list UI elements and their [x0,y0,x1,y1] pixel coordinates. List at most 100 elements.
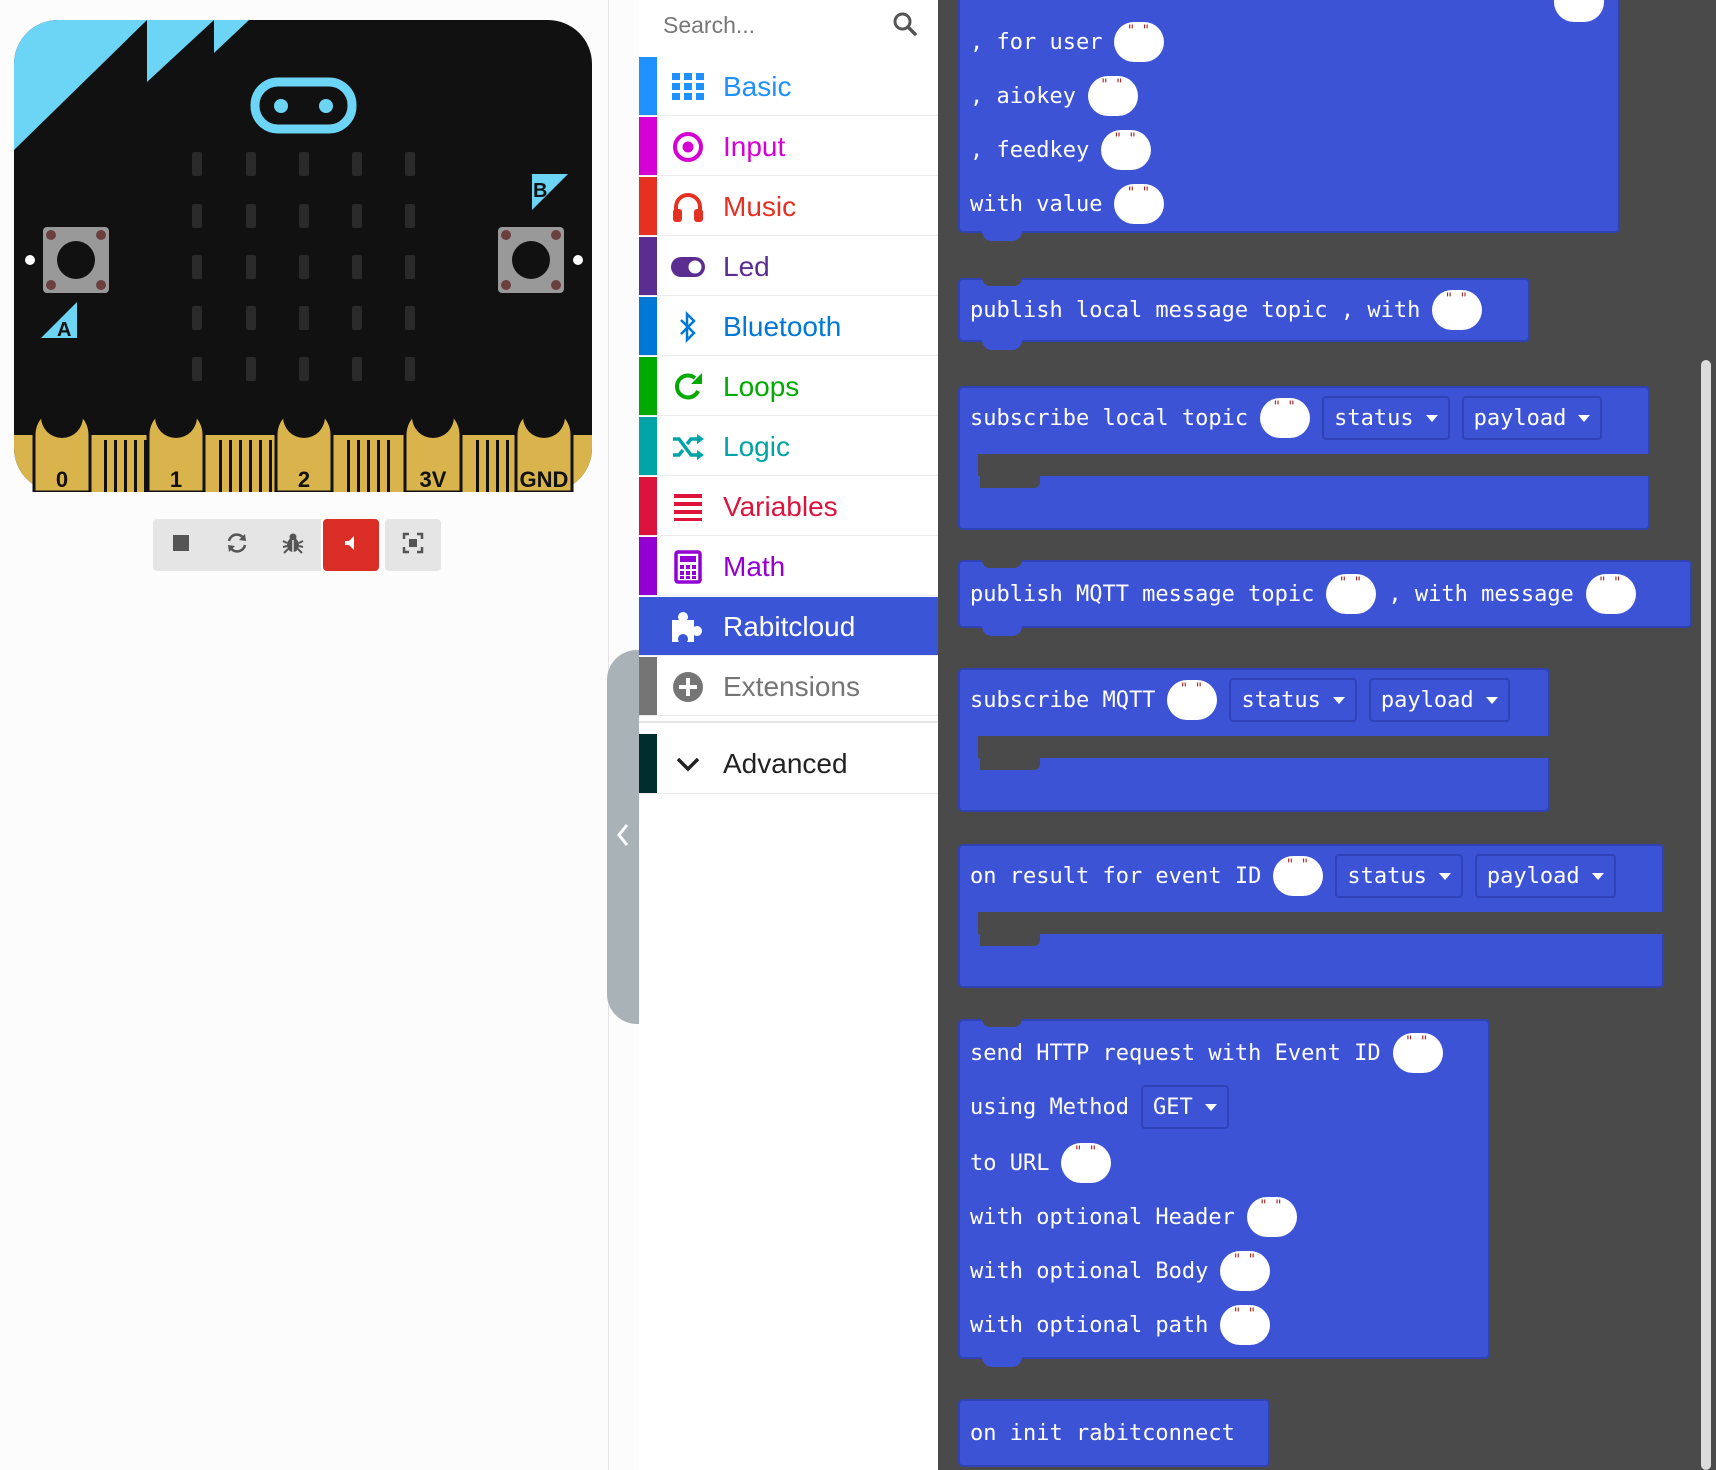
category-logic[interactable]: Logic [639,417,938,476]
debug-button[interactable] [265,519,321,571]
category-advanced[interactable]: Advanced [639,734,938,794]
grid-icon [670,69,706,105]
pin-label-2: 2 [298,467,310,492]
plus-circle-icon [670,669,706,705]
category-label: Bluetooth [723,311,842,342]
string-slot[interactable] [1114,184,1165,224]
block-on-result-event[interactable]: on result for event ID status payload [958,844,1664,988]
block-text: , aiokey [970,83,1076,109]
mute-button[interactable] [323,519,379,571]
workspace-scrollbar[interactable] [1701,360,1711,1470]
string-slot[interactable] [1273,856,1324,896]
category-label: Extensions [723,671,860,702]
button-b[interactable] [498,227,564,293]
toolbox-divider [639,721,938,723]
caret-down-icon [1204,1103,1217,1111]
category-label: Music [723,191,797,222]
button-b-label: B [533,180,547,202]
pin-label-1: 1 [170,467,182,492]
status-dropdown[interactable]: status [1335,854,1463,898]
caret-down-icon [1485,696,1498,704]
string-slot[interactable] [1061,1143,1112,1183]
category-math[interactable]: Math [639,537,938,596]
stop-button[interactable] [153,519,209,571]
block-text: publish MQTT message topic [970,581,1315,607]
category-extensions[interactable]: Extensions [639,657,938,716]
string-slot[interactable] [1432,290,1483,330]
category-label: Math [723,551,786,582]
collapse-simulator-handle[interactable] [607,650,639,1024]
toggle-icon [670,249,706,285]
pin-label-3v: 3V [420,467,447,492]
payload-dropdown[interactable]: payload [1368,678,1510,722]
category-basic[interactable]: Basic [639,57,938,116]
button-a[interactable] [43,227,109,293]
block-text: with optional path [970,1312,1209,1338]
search-input[interactable] [663,8,893,42]
string-slot[interactable] [1260,398,1311,438]
method-dropdown[interactable]: GET [1140,1085,1229,1129]
block-text: , for user [970,29,1103,55]
puzzle-icon [670,609,706,645]
category-music[interactable]: Music [639,177,938,236]
search-icon[interactable] [892,11,918,42]
radio-icon [670,129,706,165]
string-slot[interactable] [1087,76,1138,116]
category-input[interactable]: Input [639,117,938,176]
loop-icon [670,369,706,405]
string-slot[interactable] [1167,680,1218,720]
string-slot[interactable] [1326,574,1377,614]
block-text: using Method [970,1094,1129,1120]
block-publish-mqtt-message[interactable]: publish MQTT message topic , with messag… [958,560,1692,636]
search-bar [639,0,938,52]
block-text: on result for event ID [970,863,1262,889]
string-slot[interactable] [1220,1305,1271,1345]
category-bluetooth[interactable]: Bluetooth [639,297,938,356]
category-variables[interactable]: Variables [639,477,938,536]
string-slot[interactable] [1220,1251,1271,1291]
string-slot[interactable] [1114,22,1165,62]
fullscreen-button[interactable] [385,519,441,571]
block-publish-feed[interactable]: , for user , aiokey , feedkey with value [958,0,1620,241]
list-icon [670,489,706,525]
bluetooth-icon [670,309,706,345]
category-loops[interactable]: Loops [639,357,938,416]
category-label: Logic [723,431,790,462]
block-publish-local-message[interactable]: publish local message topic , with [958,278,1530,350]
string-slot[interactable] [1101,130,1152,170]
simulator-panel: A B 0 1 2 3V GND [0,0,609,1470]
caret-down-icon [1591,872,1604,880]
caret-down-icon [1425,414,1438,422]
button-a-label: A [57,319,71,341]
block-text: with optional Header [970,1204,1235,1230]
restart-button[interactable] [209,519,265,571]
microbit-board[interactable]: A B 0 1 2 3V GND [14,20,592,492]
chevron-down-icon [670,746,706,782]
stop-icon [172,534,190,557]
string-slot[interactable] [1246,1197,1297,1237]
block-text: to URL [970,1150,1050,1176]
category-led[interactable]: Led [639,237,938,296]
status-dropdown[interactable]: status [1229,678,1357,722]
fullscreen-icon [402,532,424,559]
caret-down-icon [1438,872,1451,880]
category-label: Basic [723,71,792,102]
block-subscribe-local-topic[interactable]: subscribe local topic status payload [958,386,1650,530]
block-on-init-rabitconnect[interactable]: on init rabitconnect [958,1399,1270,1467]
block-subscribe-mqtt[interactable]: subscribe MQTT status payload [958,668,1550,812]
mute-icon [341,533,361,558]
block-text: on init rabitconnect [970,1420,1235,1446]
payload-dropdown[interactable]: payload [1474,854,1616,898]
block-text: , with message [1388,581,1574,607]
payload-dropdown[interactable]: payload [1461,396,1603,440]
string-slot[interactable] [1585,574,1636,614]
string-slot[interactable] [1392,1033,1443,1073]
block-workspace[interactable]: , for user , aiokey , feedkey with value… [938,0,1716,1470]
category-rabitcloud[interactable]: Rabitcloud [639,597,938,656]
status-dropdown[interactable]: status [1322,396,1450,440]
caret-down-icon [1578,414,1591,422]
block-send-http-request[interactable]: send HTTP request with Event ID using Me… [958,1019,1490,1367]
block-text: , feedkey [970,137,1090,163]
category-label: Led [723,251,770,282]
toolbox: Basic Input Music Led Bluetooth Loops Lo… [639,0,938,1470]
